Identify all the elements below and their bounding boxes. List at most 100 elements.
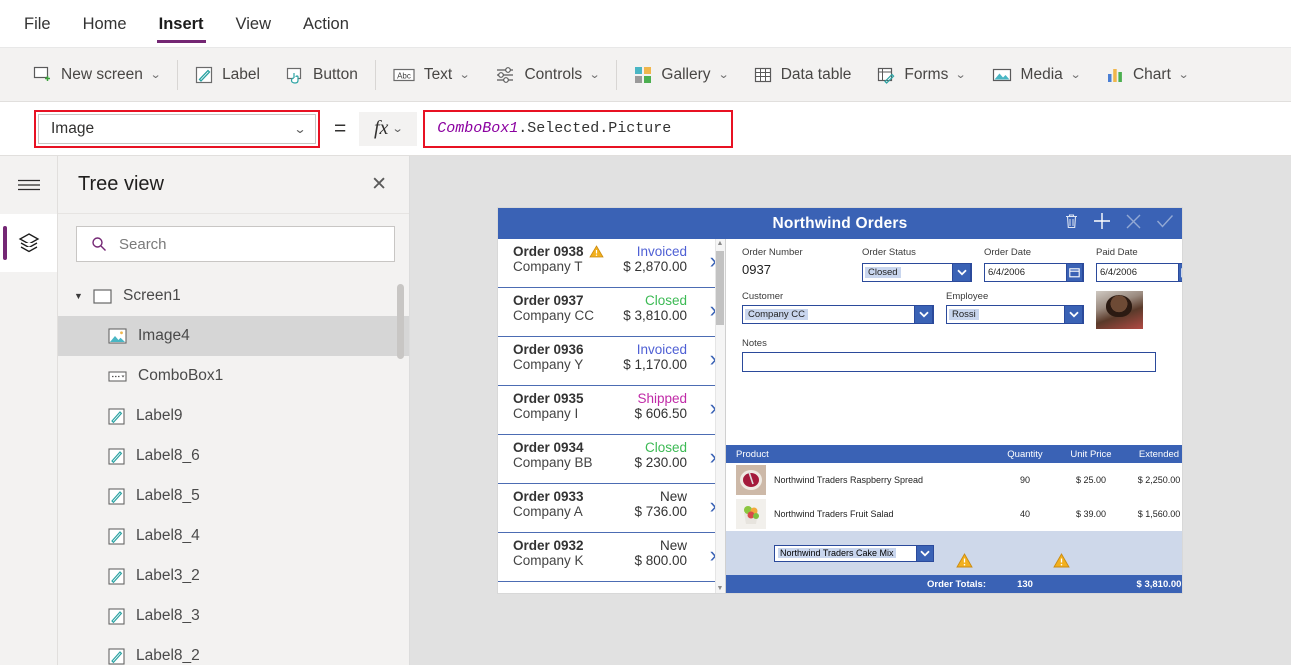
ribbon-gallery-button[interactable]: Gallery ⌄ xyxy=(621,55,740,95)
confirm-icon[interactable] xyxy=(1156,214,1174,234)
scroll-down-arrow-icon[interactable]: ▼ xyxy=(716,585,724,592)
property-select[interactable]: Image ⌄ xyxy=(38,113,316,144)
menu-item-file[interactable]: File xyxy=(22,12,53,36)
order-status: New xyxy=(659,489,687,504)
cancel-icon[interactable] xyxy=(1125,213,1142,235)
chevron-down-icon[interactable] xyxy=(1064,305,1083,324)
customer-dropdown[interactable]: Company CC xyxy=(742,305,934,324)
ribbon-chart-button[interactable]: Chart ⌄ xyxy=(1093,55,1201,95)
add-icon[interactable] xyxy=(1093,212,1111,235)
field-label: Notes xyxy=(742,338,767,349)
chevron-down-icon[interactable] xyxy=(914,305,933,324)
calendar-icon[interactable] xyxy=(1178,263,1182,282)
employee-dropdown[interactable]: Rossi xyxy=(946,305,1084,324)
tree-node-label3-2[interactable]: Label3_2 xyxy=(58,556,409,596)
ribbon-forms-button[interactable]: Forms ⌄ xyxy=(864,55,978,95)
ribbon-button-button[interactable]: Button xyxy=(273,55,371,95)
product-name: Northwind Traders Fruit Salad xyxy=(774,509,894,519)
tree-node-combobox1[interactable]: ComboBox1 xyxy=(58,356,409,396)
rail-item-tree-view[interactable] xyxy=(0,214,57,272)
menu-item-home[interactable]: Home xyxy=(81,12,129,36)
calendar-icon[interactable] xyxy=(1066,263,1083,282)
order-date-input[interactable]: 6/4/2006 xyxy=(984,263,1084,282)
gallery-item[interactable]: Order 0938 Invoiced Company T $ 2,870.00… xyxy=(498,239,725,288)
warning-icon xyxy=(588,245,604,258)
chevron-down-icon: ⌄ xyxy=(1177,69,1190,81)
table-row[interactable]: Northwind Traders Raspberry Spread 90 $ … xyxy=(726,463,1182,497)
table-row[interactable]: Northwind Traders Fruit Salad 40 $ 39.00… xyxy=(726,497,1182,531)
totals-label: Order Totals: xyxy=(927,578,986,590)
notes-input[interactable] xyxy=(742,352,1156,372)
tree-view-scrollbar[interactable] xyxy=(397,284,404,359)
tree-node-label8-4[interactable]: Label8_4 xyxy=(58,516,409,556)
chevron-down-icon[interactable] xyxy=(952,263,971,282)
gallery-item[interactable]: Order 0933 New Company A $ 736.00 › xyxy=(498,484,725,533)
tree-node-label: Label8_4 xyxy=(136,527,200,544)
field-label: Employee xyxy=(946,291,989,302)
order-company: Company BB xyxy=(513,455,593,470)
menu-item-insert[interactable]: Insert xyxy=(156,12,206,43)
gallery-item[interactable]: Order 0937 Closed Company CC $ 3,810.00 … xyxy=(498,288,725,337)
fx-button[interactable]: fx ⌄ xyxy=(359,111,418,146)
gallery-item[interactable]: Order 0935 Shipped Company I $ 606.50 › xyxy=(498,386,725,435)
column-header-extended: Extended xyxy=(1138,448,1180,460)
gallery-item[interactable]: Order 0934 Closed Company BB $ 230.00 › xyxy=(498,435,725,484)
controls-sliders-icon xyxy=(495,66,515,84)
chevron-down-icon[interactable] xyxy=(916,544,934,562)
order-status-dropdown[interactable]: Closed xyxy=(862,263,972,282)
order-status: Invoiced xyxy=(636,244,687,259)
label-icon xyxy=(108,527,125,545)
ribbon-label-button[interactable]: Label xyxy=(182,55,273,95)
tree-node-label: Screen1 xyxy=(123,287,181,304)
gallery-item[interactable]: Order 0932 New Company K $ 800.00 › xyxy=(498,533,725,582)
left-icon-rail xyxy=(0,156,58,665)
column-header-product: Product xyxy=(736,448,769,460)
combobox-icon xyxy=(108,370,127,383)
trash-icon[interactable] xyxy=(1064,213,1079,234)
chevron-down-icon: ⌄ xyxy=(391,123,404,135)
gallery-scrollbar[interactable]: ▲ ▼ xyxy=(715,239,725,593)
tree-node-label8-3[interactable]: Label8_3 xyxy=(58,596,409,636)
tree-node-image4[interactable]: Image4 xyxy=(58,316,409,356)
formula-bar-highlight: ComboBox1 .Selected.Picture xyxy=(423,109,734,148)
order-details-table: Product Quantity Unit Price Extended Nor… xyxy=(726,445,1182,593)
tree-node-label8-6[interactable]: Label8_6 xyxy=(58,436,409,476)
search-input[interactable]: Search xyxy=(76,226,395,262)
field-order-date: Order Date 6/4/2006 xyxy=(984,247,1084,282)
text-abc-icon: Abc xyxy=(393,67,415,83)
tree-node-screen1[interactable]: ▼ Screen1 xyxy=(58,276,409,316)
ribbon-label: Gallery xyxy=(661,65,711,83)
order-number: Order 0932 xyxy=(513,538,584,553)
order-status: Invoiced xyxy=(636,342,687,357)
scroll-up-arrow-icon[interactable]: ▲ xyxy=(716,240,724,247)
svg-text:Abc: Abc xyxy=(397,71,411,80)
formula-input[interactable]: ComboBox1 .Selected.Picture xyxy=(427,113,730,144)
close-icon[interactable]: ✕ xyxy=(371,175,387,194)
field-value: 6/4/2006 xyxy=(988,267,1025,278)
product-combobox[interactable]: Northwind Traders Cake Mix xyxy=(774,544,934,562)
product-extended: $ 2,250.00 xyxy=(1137,475,1181,485)
ribbon-text-button[interactable]: Abc Text ⌄ xyxy=(380,55,483,95)
chevron-down-icon: ⌄ xyxy=(955,69,967,81)
order-status: Closed xyxy=(644,293,687,308)
app-main: Order 0938 Invoiced Company T $ 2,870.00… xyxy=(498,239,1182,593)
ribbon-data-table-button[interactable]: Data table xyxy=(741,55,865,95)
menu-item-action[interactable]: Action xyxy=(301,12,351,36)
menu-item-view[interactable]: View xyxy=(234,12,273,36)
paid-date-input[interactable]: 6/4/2006 xyxy=(1096,263,1182,282)
hamburger-menu-button[interactable] xyxy=(0,156,57,214)
ribbon-new-screen-button[interactable]: New screen ⌄ xyxy=(20,55,173,95)
workspace: Tree view ✕ Search ▼ Screen1 Image4 Comb… xyxy=(0,156,1291,665)
tree-node-label8-2[interactable]: Label8_2 xyxy=(58,636,409,665)
gallery-item[interactable]: Order 0936 Invoiced Company Y $ 1,170.00… xyxy=(498,337,725,386)
tree-node-label8-5[interactable]: Label8_5 xyxy=(58,476,409,516)
gallery-scrollbar-thumb[interactable] xyxy=(716,251,724,325)
new-screen-icon xyxy=(33,65,52,84)
ribbon-label: Forms xyxy=(904,65,949,83)
ribbon-controls-button[interactable]: Controls ⌄ xyxy=(482,55,612,95)
order-company: Company CC xyxy=(513,308,595,323)
data-table-icon xyxy=(754,66,772,84)
expander-icon[interactable]: ▼ xyxy=(74,291,90,301)
ribbon-media-button[interactable]: Media ⌄ xyxy=(979,55,1093,95)
tree-node-label9[interactable]: Label9 xyxy=(58,396,409,436)
